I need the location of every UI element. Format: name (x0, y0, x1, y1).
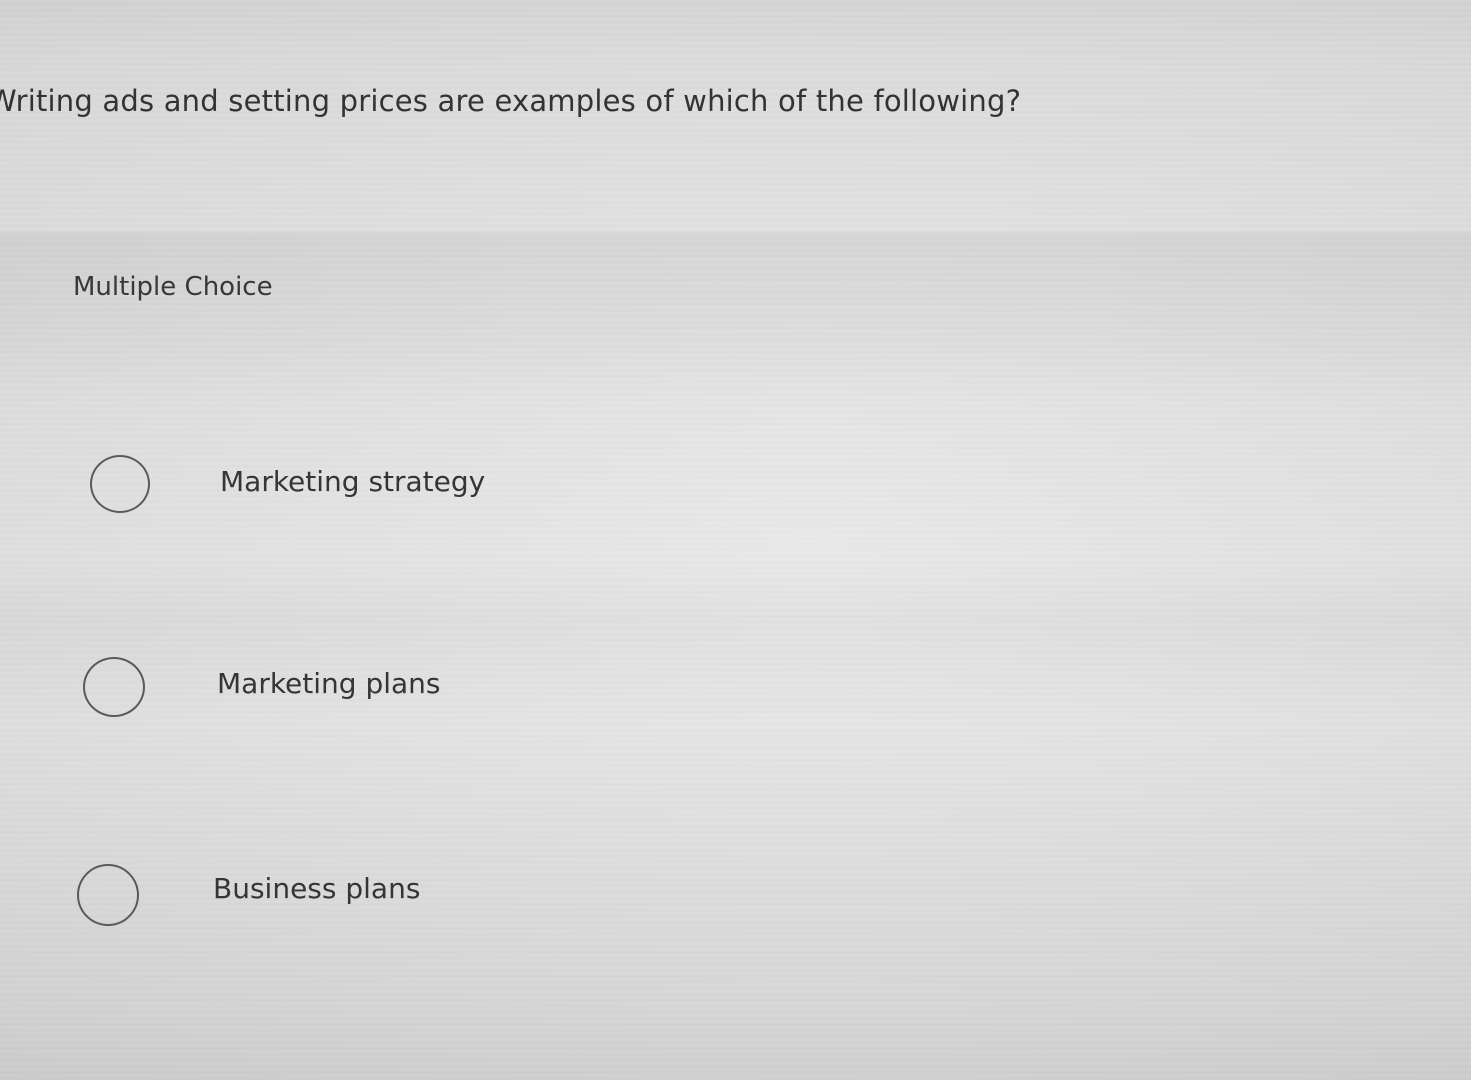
answer-option-label[interactable]: Business plans (213, 872, 420, 905)
radio-button[interactable] (90, 455, 150, 513)
answer-option-2[interactable]: Marketing plans (83, 657, 783, 723)
answer-option-1[interactable]: Marketing strategy (90, 455, 790, 521)
answer-option-label[interactable]: Marketing plans (217, 667, 441, 700)
question-type-label: Multiple Choice (73, 272, 273, 302)
radio-button[interactable] (77, 864, 139, 926)
answer-option-3[interactable]: Business plans (77, 864, 777, 930)
question-text: Writing ads and setting prices are examp… (0, 84, 1022, 118)
radio-button[interactable] (83, 657, 145, 717)
answer-option-label[interactable]: Marketing strategy (220, 465, 485, 498)
